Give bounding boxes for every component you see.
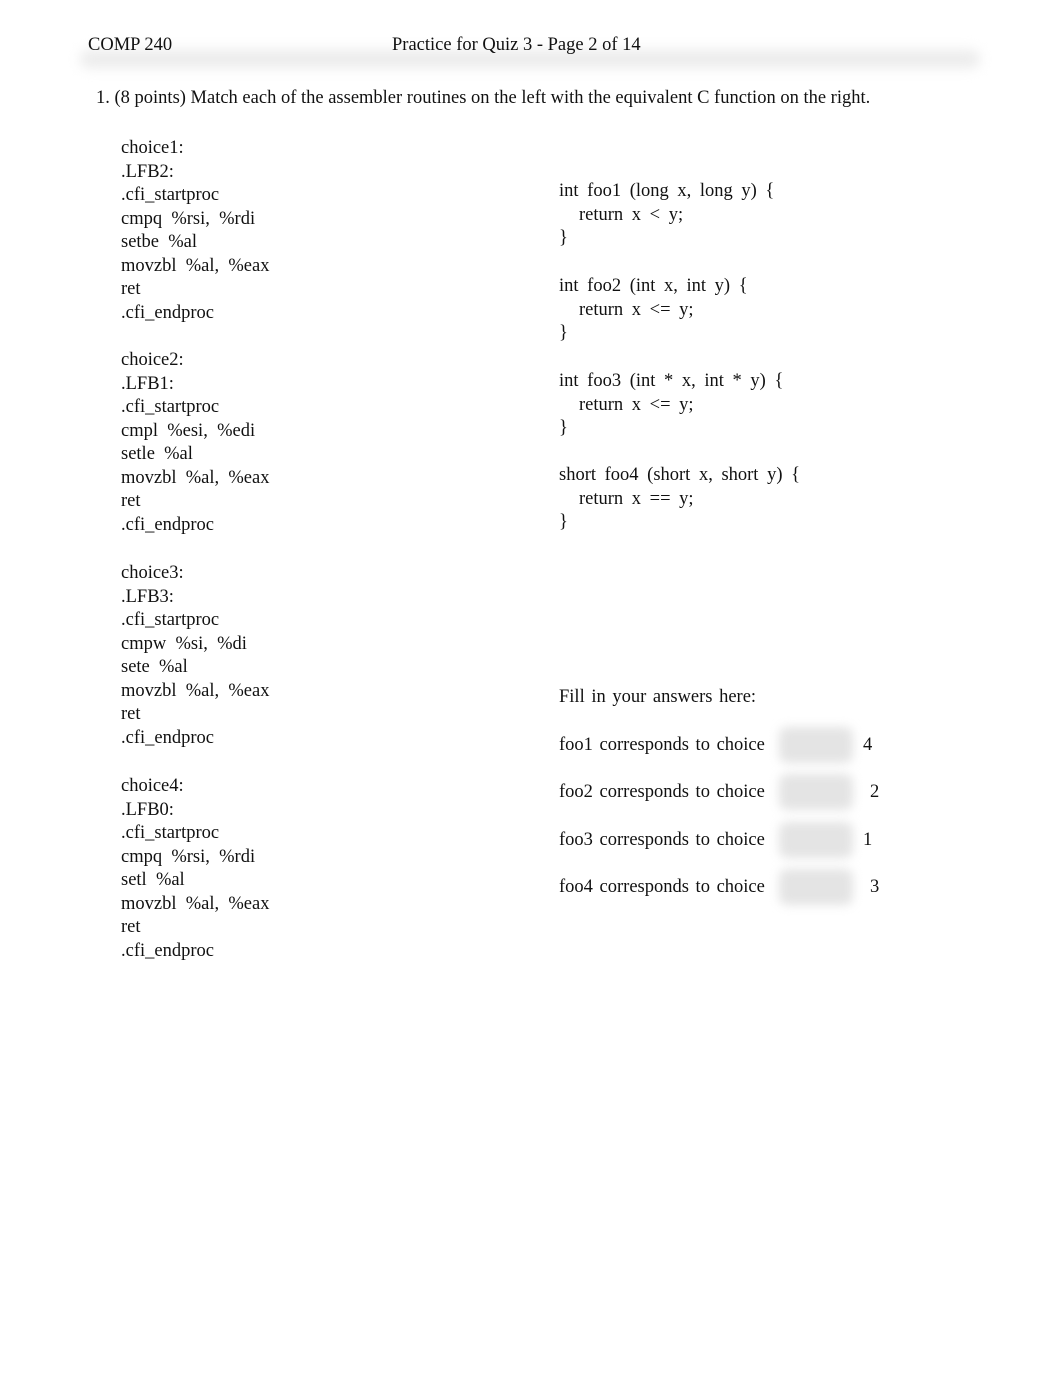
- c-function-foo1: int foo1 (long x, long y) { return x < y…: [559, 180, 774, 251]
- asm-line: ret: [121, 704, 141, 724]
- asm-line: .cfi_endproc: [121, 514, 214, 535]
- asm-line: cmpw %si, %di: [121, 633, 247, 654]
- course-name: COMP 240: [88, 35, 173, 55]
- asm-line: ret: [121, 491, 141, 511]
- asm-line: .LFB1:: [121, 373, 174, 394]
- answer-field[interactable]: [779, 774, 853, 810]
- asm-line: cmpl %esi, %edi: [121, 420, 256, 441]
- asm-line: movzbl %al, %eax: [121, 467, 270, 488]
- question-text: 1. (8 points) Match each of the assemble…: [96, 88, 871, 108]
- c-signature: int foo2 (int x, int y) {: [559, 276, 748, 296]
- answers-title: Fill in your answers here:: [559, 687, 757, 707]
- asm-line: cmpq %rsi, %rdi: [121, 208, 256, 229]
- answer-label: foo3 corresponds to choice: [559, 830, 765, 850]
- c-close-brace: }: [559, 418, 568, 438]
- asm-line: .cfi_startproc: [121, 610, 220, 630]
- assembler-choice-2: choice2: .LFB1: .cfi_startproc cmpl %esi…: [121, 349, 269, 537]
- c-signature: int foo3 (int * x, int * y) {: [559, 371, 784, 391]
- asm-line: movzbl %al, %eax: [121, 255, 270, 276]
- c-function-foo3: int foo3 (int * x, int * y) { return x <…: [559, 370, 783, 441]
- answer-value: 2: [870, 782, 880, 802]
- asm-line: setbe %al: [121, 232, 198, 252]
- c-signature: int foo1 (long x, long y) {: [559, 181, 775, 201]
- answer-row-foo3: foo3 corresponds to choice 1: [559, 822, 872, 858]
- answer-field[interactable]: [779, 869, 853, 905]
- asm-line: .cfi_startproc: [121, 397, 220, 417]
- assembler-choice-4: choice4: .LFB0: .cfi_startproc cmpq %rsi…: [121, 775, 269, 963]
- c-function-foo4: short foo4 (short x, short y) { return x…: [559, 464, 800, 535]
- asm-line: .LFB0:: [121, 799, 174, 820]
- answer-label: foo1 corresponds to choice: [559, 735, 765, 755]
- asm-line: .cfi_startproc: [121, 823, 220, 843]
- asm-line: ret: [121, 917, 141, 937]
- asm-line: cmpq %rsi, %rdi: [121, 846, 256, 867]
- asm-line: .LFB3:: [121, 586, 174, 607]
- c-body: return x <= y;: [579, 299, 694, 320]
- asm-line: choice4:: [121, 776, 184, 796]
- asm-line: .cfi_endproc: [121, 727, 214, 748]
- answer-field[interactable]: [779, 727, 853, 763]
- answer-row-foo1: foo1 corresponds to choice 4: [559, 727, 872, 763]
- asm-line: choice3:: [121, 563, 184, 583]
- answer-field[interactable]: [779, 822, 853, 858]
- assembler-choice-3: choice3: .LFB3: .cfi_startproc cmpw %si,…: [121, 562, 269, 750]
- answer-row-foo2: foo2 corresponds to choice 2: [559, 774, 879, 810]
- answer-value: 4: [863, 735, 873, 755]
- page-title: Practice for Quiz 3 - Page 2 of 14: [392, 35, 641, 55]
- c-body: return x < y;: [579, 204, 684, 225]
- asm-line: choice1:: [121, 138, 184, 158]
- asm-line: setle %al: [121, 444, 193, 464]
- asm-line: .cfi_startproc: [121, 185, 220, 205]
- assembler-choice-1: choice1: .LFB2: .cfi_startproc cmpq %rsi…: [121, 137, 269, 325]
- asm-line: .LFB2:: [121, 161, 174, 182]
- answer-label: foo4 corresponds to choice: [559, 877, 765, 897]
- asm-line: .cfi_endproc: [121, 302, 214, 323]
- asm-line: choice2:: [121, 350, 184, 370]
- answer-row-foo4: foo4 corresponds to choice 3: [559, 869, 879, 905]
- c-close-brace: }: [559, 512, 568, 532]
- c-body: return x <= y;: [579, 394, 694, 415]
- asm-line: .cfi_endproc: [121, 940, 214, 961]
- c-close-brace: }: [559, 228, 568, 248]
- asm-line: movzbl %al, %eax: [121, 893, 270, 914]
- answer-label: foo2 corresponds to choice: [559, 782, 765, 802]
- answer-value: 1: [863, 830, 873, 850]
- asm-line: ret: [121, 279, 141, 299]
- asm-line: sete %al: [121, 657, 188, 677]
- asm-line: movzbl %al, %eax: [121, 680, 270, 701]
- c-signature: short foo4 (short x, short y) {: [559, 465, 800, 485]
- c-close-brace: }: [559, 323, 568, 343]
- c-body: return x == y;: [579, 488, 694, 509]
- answer-value: 3: [870, 877, 880, 897]
- c-function-foo2: int foo2 (int x, int y) { return x <= y;…: [559, 275, 748, 346]
- asm-line: setl %al: [121, 870, 185, 890]
